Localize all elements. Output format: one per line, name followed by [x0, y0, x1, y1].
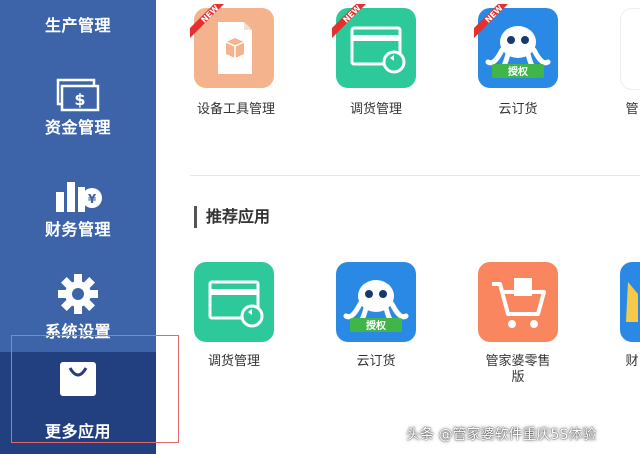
watermark: 头条 @管家婆软件重庆5S体验: [406, 427, 597, 443]
document-box-icon: [218, 22, 252, 74]
app-tile: [620, 8, 640, 90]
app-tile: [478, 262, 558, 342]
sidebar-item-label: 更多应用: [44, 422, 111, 441]
octopus-mascot-icon: 授权: [343, 280, 409, 332]
sidebar: 生产管理 $ 资金管理 ¥ 财务管理 系统设置 更多应用: [0, 0, 156, 454]
app-tile: 授权: [336, 262, 416, 342]
shopping-bag-icon: [60, 362, 96, 396]
app-label: 云订货: [498, 102, 538, 117]
svg-text:¥: ¥: [88, 192, 97, 206]
app-icon: [626, 282, 638, 322]
banner-text: 授权: [366, 319, 387, 332]
sidebar-item-funds[interactable]: $ 资金管理: [0, 70, 156, 170]
sidebar-item-production[interactable]: 生产管理: [0, 0, 156, 58]
svg-text:$: $: [74, 90, 85, 109]
finance-chart-icon: ¥: [56, 182, 102, 212]
app-tile: [194, 262, 274, 342]
sidebar-item-label: 系统设置: [44, 322, 111, 341]
shopping-cart-icon: [492, 278, 546, 328]
app-tile: [336, 8, 416, 88]
sidebar-item-label: 生产管理: [44, 16, 111, 35]
app-label: 云订货: [356, 354, 396, 369]
app-label: 管: [625, 102, 639, 117]
app-label: 管家婆零售版: [485, 354, 551, 385]
app-label: 调货管理: [207, 354, 260, 369]
section-title: 推荐应用: [194, 206, 270, 228]
banner-text: 授权: [508, 65, 529, 78]
sidebar-item-label: 资金管理: [44, 118, 111, 137]
card-refresh-icon: [350, 26, 406, 74]
sidebar-item-more-apps[interactable]: 更多应用: [0, 352, 156, 454]
app-tile: [194, 8, 274, 88]
app-tile: 授权: [478, 8, 558, 88]
card-refresh-icon: [208, 280, 264, 328]
sidebar-item-label: 财务管理: [44, 220, 111, 239]
app-label: 设备工具管理: [196, 102, 275, 117]
octopus-mascot-icon: 授权: [485, 26, 551, 78]
app-label: 调货管理: [349, 102, 402, 117]
app-label: 财: [625, 354, 639, 369]
app-tile: [620, 262, 640, 342]
sidebar-item-finance[interactable]: ¥ 财务管理: [0, 172, 156, 272]
gear-icon: [58, 274, 98, 314]
section-divider: [190, 175, 640, 176]
